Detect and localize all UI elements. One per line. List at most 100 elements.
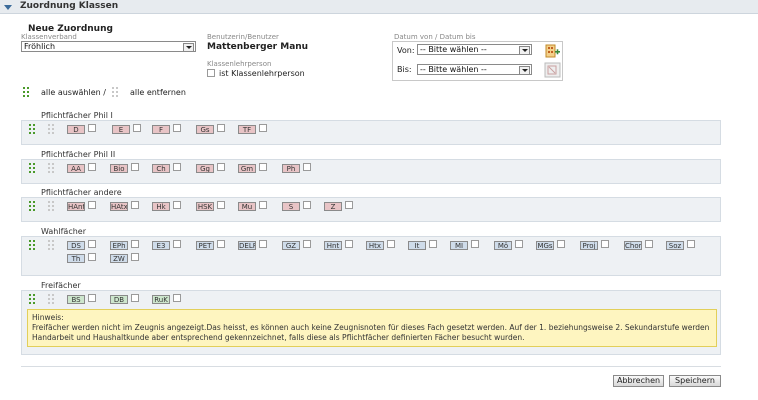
subject-tag: DB — [110, 295, 128, 304]
subject-checkbox[interactable] — [345, 240, 353, 248]
group-remove-all-icon[interactable] — [48, 240, 55, 251]
subject-tag: Ch — [152, 164, 170, 173]
subject-checkbox[interactable] — [345, 201, 353, 209]
group-select-all-icon[interactable] — [29, 201, 36, 212]
subject-checkbox[interactable] — [471, 240, 479, 248]
subject-tag: GZ — [282, 241, 300, 250]
subject-checkbox[interactable] — [429, 240, 437, 248]
subject-tag: PET — [196, 241, 214, 250]
datum-bis-value: -- Bitte wählen -- — [420, 65, 487, 74]
subject-tag: It — [408, 241, 426, 250]
subject-checkbox[interactable] — [217, 201, 225, 209]
dropdown-arrow-icon — [519, 66, 530, 75]
subject-checkbox[interactable] — [88, 201, 96, 209]
subject-tag: Bio — [110, 164, 128, 173]
subject-tag: DELF — [238, 241, 256, 250]
group-select-all-icon[interactable] — [29, 294, 36, 305]
subject-checkbox[interactable] — [557, 240, 565, 248]
save-button[interactable]: Speichern — [669, 375, 721, 387]
subject-checkbox[interactable] — [303, 163, 311, 171]
subject-checkbox[interactable] — [131, 201, 139, 209]
hint-box: Hinweis: Freifächer werden nicht im Zeug… — [27, 309, 717, 347]
subject-tag: HSK — [196, 202, 214, 211]
dropdown-arrow-icon — [519, 46, 530, 55]
hint-text: Freifächer werden nicht im Zeugnis angez… — [32, 323, 710, 342]
subject-checkbox[interactable] — [601, 240, 609, 248]
subject-checkbox[interactable] — [131, 294, 139, 302]
von-label: Von: — [397, 46, 415, 55]
subject-checkbox[interactable] — [173, 294, 181, 302]
subject-checkbox[interactable] — [131, 253, 139, 261]
subject-checkbox[interactable] — [687, 240, 695, 248]
subject-tag: AA — [67, 164, 85, 173]
subject-checkbox[interactable] — [173, 124, 181, 132]
group-select-all-icon[interactable] — [29, 124, 36, 135]
subject-checkbox[interactable] — [259, 163, 267, 171]
divider — [21, 366, 721, 367]
subject-checkbox[interactable] — [131, 240, 139, 248]
benutzer-label: Benutzerin/Benutzer — [207, 33, 279, 41]
remove-all-link[interactable]: alle entfernen — [130, 88, 186, 97]
subject-tag: Th — [67, 254, 85, 263]
remove-date-icon[interactable] — [544, 62, 561, 78]
subject-tag: E3 — [152, 241, 170, 250]
subject-checkbox[interactable] — [133, 124, 141, 132]
subject-checkbox[interactable] — [217, 124, 225, 132]
datum-label: Datum von / Datum bis — [394, 33, 476, 41]
subject-checkbox[interactable] — [259, 240, 267, 248]
klassenverband-select[interactable]: Fröhlich — [21, 41, 196, 52]
group-remove-all-icon[interactable] — [48, 163, 55, 174]
remove-all-icon[interactable] — [112, 87, 119, 98]
select-all-link[interactable]: alle auswählen / — [41, 88, 106, 97]
subject-tag: MI — [450, 241, 468, 250]
subject-checkbox[interactable] — [88, 240, 96, 248]
subject-checkbox[interactable] — [259, 201, 267, 209]
add-date-icon[interactable] — [544, 43, 561, 59]
klassenlehrperson-checkbox[interactable] — [207, 69, 215, 77]
group-select-all-icon[interactable] — [29, 240, 36, 251]
subject-checkbox[interactable] — [387, 240, 395, 248]
klassenverband-value: Fröhlich — [24, 42, 56, 51]
subject-tag: Z — [324, 202, 342, 211]
subject-checkbox[interactable] — [88, 163, 96, 171]
subject-checkbox[interactable] — [88, 124, 96, 132]
datum-von-value: -- Bitte wählen -- — [420, 45, 487, 54]
subject-tag: RuK — [152, 295, 170, 304]
subject-tag: S — [282, 202, 300, 211]
subject-checkbox[interactable] — [515, 240, 523, 248]
group-remove-all-icon[interactable] — [48, 294, 55, 305]
subject-tag: D — [67, 125, 85, 134]
klassenverband-label: Klassenverband — [21, 33, 77, 41]
subject-checkbox[interactable] — [173, 201, 181, 209]
subject-checkbox[interactable] — [645, 240, 653, 248]
subject-tag: DS — [67, 241, 85, 250]
group-remove-all-icon[interactable] — [48, 124, 55, 135]
subject-tag: Hnt — [324, 241, 342, 250]
subject-checkbox[interactable] — [303, 240, 311, 248]
subject-checkbox[interactable] — [303, 201, 311, 209]
subject-checkbox[interactable] — [217, 163, 225, 171]
subject-tag: Gm — [238, 164, 256, 173]
datum-von-select[interactable]: -- Bitte wählen -- — [417, 44, 532, 55]
datum-bis-select[interactable]: -- Bitte wählen -- — [417, 64, 532, 75]
subject-tag: Ph — [282, 164, 300, 173]
collapse-triangle-icon[interactable] — [4, 5, 12, 10]
dropdown-arrow-icon — [183, 43, 194, 52]
subject-checkbox[interactable] — [173, 163, 181, 171]
subject-checkbox[interactable] — [259, 124, 267, 132]
subject-tag: Hk — [152, 202, 170, 211]
subject-checkbox[interactable] — [88, 253, 96, 261]
subject-tag: ZW — [110, 254, 128, 263]
group-select-all-icon[interactable] — [29, 163, 36, 174]
subject-tag: Proj — [580, 241, 598, 250]
select-all-icon[interactable] — [23, 87, 30, 98]
cancel-button[interactable]: Abbrechen — [613, 375, 664, 387]
subject-tag: MGs — [536, 241, 554, 250]
subject-group-title: Pflichtfächer Phil II — [41, 150, 116, 159]
klassenlehrperson-label: Klassenlehrperson — [207, 60, 272, 68]
subject-checkbox[interactable] — [173, 240, 181, 248]
subject-checkbox[interactable] — [88, 294, 96, 302]
group-remove-all-icon[interactable] — [48, 201, 55, 212]
subject-checkbox[interactable] — [131, 163, 139, 171]
subject-checkbox[interactable] — [217, 240, 225, 248]
